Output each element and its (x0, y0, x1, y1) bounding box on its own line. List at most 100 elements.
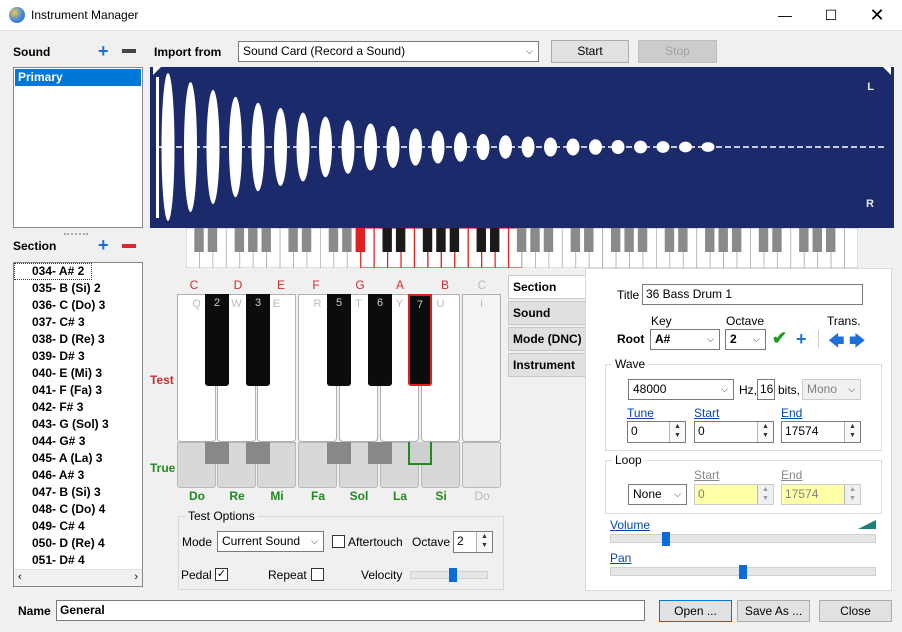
true-black-key[interactable] (205, 442, 229, 464)
add-sound-icon[interactable]: + (98, 42, 109, 60)
import-source-select[interactable]: Sound Card (Record a Sound) ⌵ (238, 41, 539, 62)
list-item[interactable]: 042- F# 3 (14, 399, 142, 416)
add-root-icon[interactable]: + (796, 330, 807, 348)
volume-slider-thumb[interactable] (661, 532, 670, 546)
open-button[interactable]: Open ... (659, 600, 732, 622)
tab-sound[interactable]: Sound (508, 301, 586, 325)
range-black-key[interactable] (705, 228, 715, 252)
bits-input[interactable]: 16 (757, 379, 775, 400)
list-item[interactable]: 047- B (Si) 3 (14, 484, 142, 501)
range-black-key[interactable] (261, 228, 271, 252)
volume-link[interactable]: Volume (610, 518, 650, 532)
black-key-7[interactable]: 7 (408, 294, 432, 386)
list-item[interactable]: 050- D (Re) 4 (14, 535, 142, 552)
sample-rate-select[interactable]: 48000 ⌵ (628, 379, 734, 400)
tab-instrument[interactable]: Instrument (508, 353, 586, 377)
list-item[interactable]: 041- F (Fa) 3 (14, 382, 142, 399)
list-item[interactable]: 044- G# 3 (14, 433, 142, 450)
range-black-key[interactable] (678, 228, 688, 252)
spinner-arrows-icon[interactable]: ▲ ▼ (757, 485, 773, 504)
true-black-key-active[interactable] (408, 442, 432, 465)
range-black-key[interactable] (490, 228, 500, 252)
start-spinner[interactable]: 0 ▲ ▼ (694, 421, 774, 443)
range-black-key[interactable] (772, 228, 782, 252)
pan-link[interactable]: Pan (610, 551, 631, 565)
range-black-key[interactable] (718, 228, 728, 252)
pedal-checkbox[interactable]: ✓ (215, 568, 228, 581)
range-black-key[interactable] (610, 228, 621, 252)
range-black-key[interactable] (207, 228, 218, 252)
name-input[interactable]: General (56, 600, 645, 621)
stop-button[interactable]: Stop (638, 40, 717, 63)
velocity-slider-thumb[interactable] (448, 568, 457, 582)
true-black-key[interactable] (327, 442, 351, 464)
section-list[interactable]: 034- A# 2 035- B (Si) 2 036- C (Do) 3 03… (13, 262, 143, 587)
start-button[interactable]: Start (551, 40, 629, 63)
range-black-key[interactable] (758, 228, 769, 252)
add-section-icon[interactable]: + (98, 236, 109, 254)
list-item[interactable]: 040- E (Mi) 3 (14, 365, 142, 382)
list-item[interactable]: 045- A (La) 3 (14, 450, 142, 467)
waveform-start-marker[interactable] (153, 67, 161, 75)
start-link[interactable]: Start (694, 406, 719, 420)
minimize-button[interactable]: — (762, 0, 808, 31)
list-item[interactable]: 039- D# 3 (14, 348, 142, 365)
list-item[interactable]: 049- C# 4 (14, 518, 142, 535)
range-black-key[interactable] (234, 228, 245, 252)
range-black-key[interactable] (637, 228, 648, 252)
tab-section[interactable]: Section (508, 275, 586, 299)
spinner-arrows-icon[interactable]: ▲ ▼ (476, 532, 492, 552)
maximize-button[interactable]: ☐ (808, 0, 854, 31)
list-item[interactable]: 034- A# 2 (14, 263, 92, 280)
true-black-key[interactable] (246, 442, 270, 464)
range-black-key[interactable] (570, 228, 581, 252)
range-black-key[interactable] (449, 228, 460, 252)
transpose-down-icon[interactable]: 🡄 (828, 330, 845, 357)
spinner-arrows-icon[interactable]: ▲ ▼ (844, 422, 860, 442)
range-black-key[interactable] (476, 228, 486, 252)
loop-mode-select[interactable]: None ⌵ (628, 484, 687, 505)
black-key-6[interactable]: 6 (368, 294, 392, 386)
list-item[interactable]: 038- D (Re) 3 (14, 331, 142, 348)
list-item[interactable]: 037- C# 3 (14, 314, 142, 331)
tune-spinner[interactable]: 0 ▲ ▼ (627, 421, 686, 443)
range-black-key[interactable] (194, 228, 204, 252)
key-select[interactable]: A# ⌵ (650, 329, 720, 350)
end-link[interactable]: End (781, 406, 802, 420)
true-black-key[interactable] (368, 442, 392, 464)
list-item[interactable]: 035- B (Si) 2 (14, 280, 142, 297)
save-as-button[interactable]: Save As ... (737, 600, 810, 622)
list-item[interactable]: 051- D# 4 (14, 552, 142, 569)
range-black-key[interactable] (395, 228, 406, 252)
black-key-2[interactable]: 2 (205, 294, 229, 386)
mode-select[interactable]: Current Sound ⌵ (217, 531, 324, 552)
range-black-key[interactable] (812, 228, 822, 252)
scroll-right-icon[interactable]: › (134, 571, 138, 583)
close-button[interactable]: Close (819, 600, 892, 622)
range-black-key[interactable] (422, 228, 433, 252)
repeat-checkbox[interactable] (311, 568, 324, 581)
black-key-3[interactable]: 3 (246, 294, 270, 386)
horizontal-scrollbar[interactable]: ‹ › (14, 569, 142, 586)
list-item[interactable]: 048- C (Do) 4 (14, 501, 142, 518)
tune-link[interactable]: Tune (627, 406, 654, 420)
range-keyboard[interactable] (185, 227, 859, 269)
range-black-key[interactable] (355, 228, 366, 252)
scroll-left-icon[interactable]: ‹ (18, 571, 22, 583)
octave-select[interactable]: 2 ⌵ (725, 329, 766, 350)
range-black-key[interactable] (624, 228, 634, 252)
range-black-key[interactable] (530, 228, 540, 252)
test-octave-spinner[interactable]: 2 ▲ ▼ (453, 531, 493, 553)
list-item[interactable]: 046- A# 3 (14, 467, 142, 484)
white-key-i[interactable]: I (462, 294, 501, 442)
range-black-key[interactable] (436, 228, 446, 252)
range-black-key[interactable] (516, 228, 527, 252)
sound-item-primary[interactable]: Primary (15, 69, 141, 86)
black-key-5[interactable]: 5 (327, 294, 351, 386)
channels-select[interactable]: Mono ⌵ (802, 379, 861, 400)
remove-sound-icon[interactable] (122, 49, 136, 53)
spinner-arrows-icon[interactable]: ▲ ▼ (757, 422, 773, 442)
range-black-key[interactable] (664, 228, 675, 252)
volume-slider-track[interactable] (610, 534, 876, 543)
range-black-key[interactable] (301, 228, 312, 252)
